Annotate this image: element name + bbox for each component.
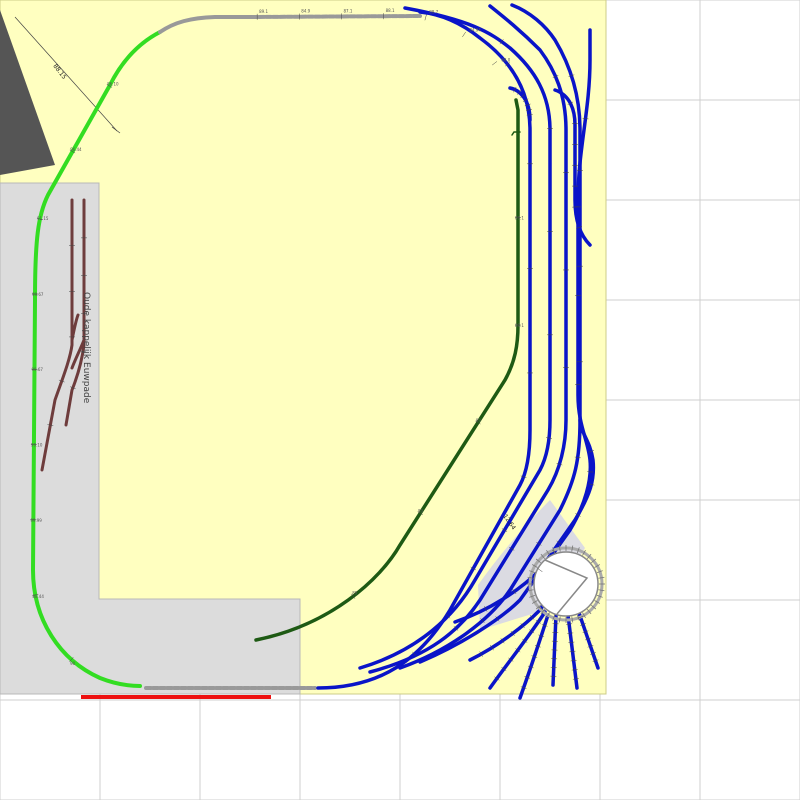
tick-label: 99.10 — [31, 442, 43, 447]
tick-label: 96.44 — [70, 147, 82, 152]
turntable-pit[interactable] — [533, 551, 599, 617]
tick-label: 89.1 — [515, 216, 524, 221]
tick-label: 86.10 — [107, 82, 119, 87]
tick-label: 99.67 — [31, 367, 43, 372]
track-plan-canvas: 88.15 86.1096.4491.1599.6799.6799.1099.9… — [0, 0, 800, 800]
tick-label: 89 — [352, 590, 358, 595]
tick-label: 89.1 — [259, 9, 268, 14]
tick-label: 88.7 — [429, 10, 438, 15]
tick-label: 89 — [418, 509, 424, 514]
tick-label: 84.94 — [469, 27, 481, 32]
tick-label: 99.67 — [32, 292, 44, 297]
tick-label: 90 — [70, 661, 76, 666]
tick-label: 87.1 — [343, 8, 352, 13]
tick-label: 91.15 — [37, 216, 49, 221]
tick-label: 84.9 — [301, 9, 310, 14]
tick-label: 88.44 — [32, 594, 44, 599]
tick-label: 88.1 — [386, 8, 395, 13]
tick-label: 99.99 — [30, 518, 42, 523]
area-label: Oude kappelijk Euwpade — [81, 292, 91, 404]
connector-track[interactable] — [250, 14, 422, 19]
tick-label: 89.1 — [515, 323, 524, 328]
tick-label: 89 — [476, 418, 482, 423]
tick-label: 88.0 — [501, 58, 510, 63]
